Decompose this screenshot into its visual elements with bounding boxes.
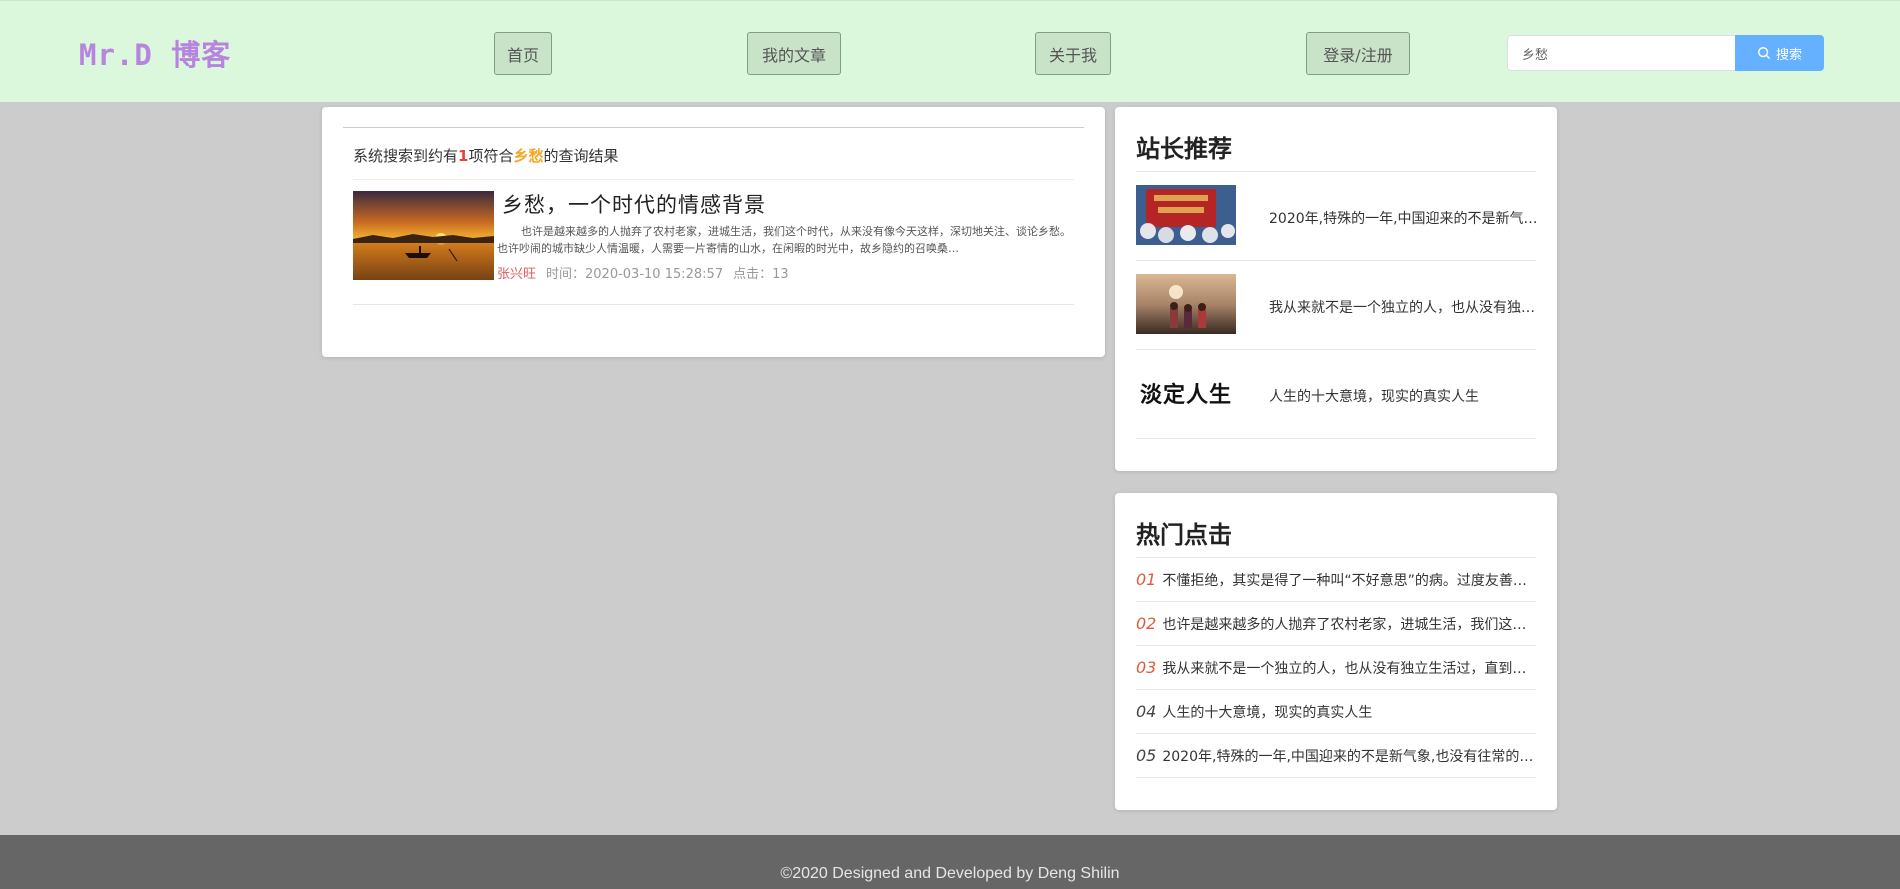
nav-home-button[interactable]: 首页 [494,32,552,75]
hot-rank: 03 [1136,658,1157,677]
site-header: Mr.D 博客 首页 我的文章 关于我 登录/注册 搜索 [0,0,1900,102]
search-results-panel: 系统搜索到约有1项符合乡愁的查询结果 乡愁，一个时代的情感背景 也许是越来越多的 [322,107,1105,357]
hot-clicks-title: 热门点击 [1136,521,1232,549]
nav-about-button[interactable]: 关于我 [1035,32,1111,75]
hot-item[interactable]: 05 2020年,特殊的一年,中国迎来的不是新气象,也没有往常的春节 [1136,734,1536,778]
article-excerpt: 也许是越来越多的人抛弃了农村老家，进城生活，我们这个时代，从来没有像今天这样，深… [497,225,1071,255]
hot-rank: 01 [1136,570,1157,589]
recommend-thumbnail[interactable]: 淡定人生 [1136,363,1236,423]
nav-login-register-button[interactable]: 登录/注册 [1306,32,1410,75]
hot-rank: 04 [1136,702,1157,721]
recommend-item[interactable]: 淡定人生 人生的十大意境，现实的真实人生 [1136,350,1536,439]
search-icon [1758,47,1770,59]
nav-my-articles-button[interactable]: 我的文章 [747,32,841,75]
hot-rank: 05 [1136,746,1157,765]
article-thumbnail[interactable] [353,191,494,280]
summary-middle: 项符合 [468,147,514,165]
search-input[interactable] [1507,35,1736,71]
hot-item-text[interactable]: 人生的十大意境，现实的真实人生 [1162,702,1536,722]
hot-rank: 02 [1136,614,1157,633]
recommend-item-text[interactable]: 我从来就不是一个独立的人，也从没有独立生活过 [1269,297,1539,317]
site-footer: ©2020 Designed and Developed by Deng Shi… [0,835,1900,889]
site-logo[interactable]: Mr.D 博客 [79,32,231,74]
article-author[interactable]: 张兴旺 [497,263,536,282]
hot-item-text[interactable]: 我从来就不是一个独立的人，也从没有独立生活过，直到来到这里 [1162,658,1536,678]
recommend-thumbnail[interactable] [1136,185,1236,245]
hot-item-text[interactable]: 2020年,特殊的一年,中国迎来的不是新气象,也没有往常的春节 [1162,746,1536,766]
recommend-item[interactable]: 2020年,特殊的一年,中国迎来的不是新气象,也没有往常的春节 [1136,172,1539,261]
summary-suffix: 的查询结果 [543,147,619,165]
recommend-thumbnail[interactable] [1136,274,1236,334]
recommend-title: 站长推荐 [1136,135,1232,163]
result-count: 1 [458,147,469,165]
divider [343,127,1084,128]
hot-item[interactable]: 01 不懂拒绝，其实是得了一种叫“不好意思”的病。过度友善就是软弱 [1136,558,1536,602]
divider [353,304,1074,305]
divider [353,179,1074,180]
hot-item[interactable]: 02 也许是越来越多的人抛弃了农村老家，进城生活，我们这个时代 [1136,602,1536,646]
hot-item-text[interactable]: 也许是越来越多的人抛弃了农村老家，进城生活，我们这个时代 [1162,614,1536,634]
recommend-item-text[interactable]: 人生的十大意境，现实的真实人生 [1269,386,1539,406]
recommend-panel: 站长推荐 2020年,特殊的一年,中国迎来的不是新气象,也没有往常的春节 [1115,107,1557,471]
recommend-item[interactable]: 我从来就不是一个独立的人，也从没有独立生活过 [1136,261,1539,350]
recommend-item-text[interactable]: 2020年,特殊的一年,中国迎来的不是新气象,也没有往常的春节 [1269,208,1539,228]
article-clicks: 点击：13 [733,267,789,282]
calligraphy-image: 淡定人生 [1139,382,1232,408]
hot-item-text[interactable]: 不懂拒绝，其实是得了一种叫“不好意思”的病。过度友善就是软弱 [1162,570,1536,590]
footer-copyright: ©2020 Designed and Developed by Deng Shi… [780,865,1120,882]
hot-item[interactable]: 03 我从来就不是一个独立的人，也从没有独立生活过，直到来到这里 [1136,646,1536,690]
search-button[interactable]: 搜索 [1735,35,1824,71]
search-result-summary: 系统搜索到约有1项符合乡愁的查询结果 [353,145,619,166]
hot-item[interactable]: 04 人生的十大意境，现实的真实人生 [1136,690,1536,734]
summary-prefix: 系统搜索到约有 [353,147,459,165]
article-time: 时间：2020-03-10 15:28:57 [546,267,724,282]
search-button-label: 搜索 [1775,47,1802,63]
hot-clicks-panel: 热门点击 01 不懂拒绝，其实是得了一种叫“不好意思”的病。过度友善就是软弱 0… [1115,493,1557,810]
article-meta: 张兴旺 时间：2020-03-10 15:28:57 点击：13 [497,263,789,282]
result-keyword: 乡愁 [513,147,544,165]
article-title-link[interactable]: 乡愁，一个时代的情感背景 [502,189,766,219]
